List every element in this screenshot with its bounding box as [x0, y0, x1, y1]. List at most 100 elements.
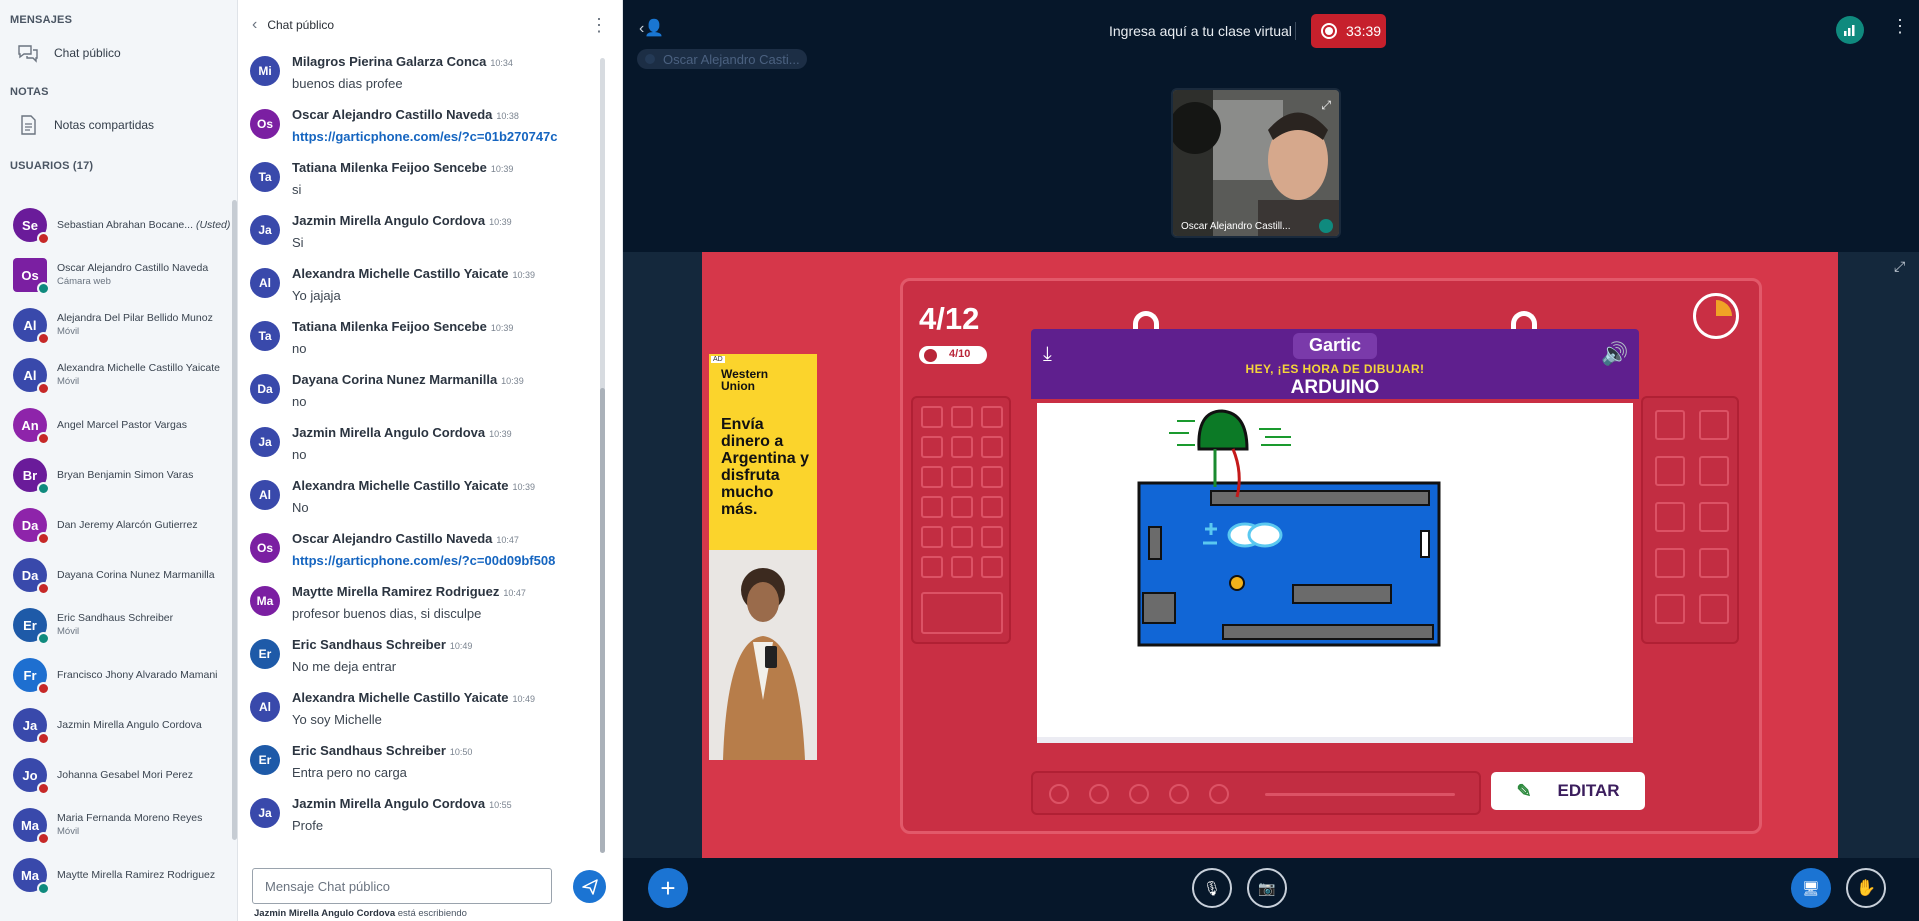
color-swatch[interactable] — [921, 526, 943, 548]
talking-user: Oscar Alejandro Casti... — [663, 52, 800, 67]
public-chat-link[interactable]: Chat público — [0, 32, 237, 74]
color-swatch[interactable] — [981, 406, 1003, 428]
color-swatch[interactable] — [981, 526, 1003, 548]
brush-size-option[interactable] — [1049, 784, 1069, 804]
chevron-left-icon[interactable]: ‹ — [252, 16, 257, 34]
drawing-canvas[interactable] — [1037, 403, 1633, 743]
line-tool[interactable] — [1655, 548, 1685, 578]
brush-size-option[interactable] — [1129, 784, 1149, 804]
color-swatch[interactable] — [951, 496, 973, 518]
user-list-item[interactable]: Jo Johanna Gesabel Mori Perez — [0, 750, 232, 800]
actions-button[interactable]: + — [648, 868, 688, 908]
public-chat-label: Chat público — [54, 46, 121, 60]
user-list-item[interactable]: Fr Francisco Jhony Alvarado Mamani — [0, 650, 232, 700]
user-list-scrollbar[interactable] — [232, 200, 237, 840]
audio-status-icon — [37, 582, 50, 595]
color-swatch[interactable] — [981, 496, 1003, 518]
pencil-tool[interactable] — [1655, 410, 1685, 440]
color-swatch[interactable] — [981, 436, 1003, 458]
user-list-item[interactable]: Br Bryan Benjamin Simon Varas — [0, 450, 232, 500]
color-swatch[interactable] — [951, 556, 973, 578]
audio-status-icon — [37, 632, 50, 645]
raise-hand-button[interactable]: ✋ — [1846, 868, 1886, 908]
avatar-initials: Er — [258, 647, 272, 661]
webcam-tile[interactable]: ⤢ Oscar Alejandro Castill... — [1171, 88, 1341, 238]
advertisement[interactable]: AD Western Union Envía dinero a Argentin… — [709, 354, 817, 760]
options-menu-icon[interactable]: ⋮ — [1891, 16, 1909, 37]
brush-size-option[interactable] — [1209, 784, 1229, 804]
eraser-tool[interactable] — [1699, 410, 1729, 440]
message-time: 10:47 — [503, 588, 526, 598]
user-list-item[interactable]: Er Eric Sandhaus Schreiber Móvil — [0, 600, 232, 650]
avatar: Da — [13, 558, 50, 595]
avatar: Os — [13, 258, 50, 295]
chat-message-input[interactable]: Mensaje Chat público — [252, 868, 552, 904]
user-list-item[interactable]: Da Dayana Corina Nunez Marmanilla — [0, 550, 232, 600]
avatar-initials: Mi — [258, 64, 272, 78]
color-swatch[interactable] — [951, 436, 973, 458]
camera-button[interactable]: 📷 — [1247, 868, 1287, 908]
fill-tool[interactable] — [1699, 548, 1729, 578]
user-list-item[interactable]: Al Alexandra Michelle Castillo Yaicate Mó… — [0, 350, 232, 400]
messages-heading: MENSAJES — [10, 14, 73, 26]
filled-ellipse-tool[interactable] — [1699, 502, 1729, 532]
user-list-toggle-icon[interactable]: ‹👤 — [639, 18, 664, 38]
message-text: No me deja entrar — [292, 659, 397, 674]
user-name: Alexandra Michelle Castillo Yaicate — [57, 362, 221, 374]
connection-status-icon[interactable] — [1836, 16, 1864, 44]
title-divider — [1295, 22, 1296, 40]
color-swatch[interactable] — [921, 496, 943, 518]
brush-size-option[interactable] — [1089, 784, 1109, 804]
slide: AD Western Union Envía dinero a Argentin… — [702, 252, 1838, 858]
avatar-initials: Ma — [256, 594, 274, 608]
user-list-item[interactable]: Ja Jazmin Mirella Angulo Cordova — [0, 700, 232, 750]
message-time: 10:39 — [512, 270, 536, 280]
user-list-item[interactable]: Se Sebastian Abrahan Bocane... (Usted) — [0, 200, 232, 250]
user-list-item[interactable]: Ma Maytte Mirella Ramirez Rodriguez — [0, 850, 232, 900]
message-link[interactable]: https://garticphone.com/es/?c=01b270747c — [292, 129, 558, 144]
color-swatch[interactable] — [981, 466, 1003, 488]
filled-rectangle-tool[interactable] — [1655, 502, 1685, 532]
audio-status-icon — [37, 782, 50, 795]
user-list-item[interactable]: Al Alejandra Del Pilar Bellido Munoz Móvi… — [0, 300, 232, 350]
user-list-item[interactable]: Os Oscar Alejandro Castillo Naveda Cámara… — [0, 250, 232, 300]
color-swatch[interactable] — [951, 526, 973, 548]
fullscreen-icon[interactable]: ⤢ — [1894, 258, 1905, 275]
chat-scroll-thumb[interactable] — [600, 388, 605, 853]
undo-tool[interactable] — [1655, 594, 1685, 624]
brush-size-option[interactable] — [1169, 784, 1189, 804]
author-name: Dayana Corina Nunez Marmanilla — [292, 372, 498, 387]
rectangle-tool[interactable] — [1655, 456, 1685, 486]
chat-scrollbar[interactable] — [600, 58, 605, 853]
user-list-item[interactable]: An Angel Marcel Pastor Vargas — [0, 400, 232, 450]
chat-message: Mi Milagros Pierina Galarza Conca 10:34 bue… — [238, 50, 608, 103]
redo-tool[interactable] — [1699, 594, 1729, 624]
avatar-initials: Ma — [20, 867, 40, 883]
send-button[interactable] — [573, 870, 606, 903]
color-swatch[interactable] — [981, 556, 1003, 578]
color-swatch[interactable] — [951, 406, 973, 428]
mute-button[interactable]: 🎙 — [1192, 868, 1232, 908]
color-swatch[interactable] — [921, 406, 943, 428]
ad-photo — [709, 550, 817, 760]
chat-message: Er Eric Sandhaus Schreiber 10:50 Entra pero… — [238, 739, 608, 792]
author-name: Eric Sandhaus Schreiber — [292, 743, 446, 758]
presentation-button[interactable]: 🖥 — [1791, 868, 1831, 908]
user-list-item[interactable]: Da Dan Jeremy Alarcón Gutierrez — [0, 500, 232, 550]
color-swatch[interactable] — [921, 556, 943, 578]
shared-notes-link[interactable]: Notas compartidas — [0, 104, 237, 146]
ellipse-tool[interactable] — [1699, 456, 1729, 486]
color-swatch[interactable] — [921, 466, 943, 488]
message-link[interactable]: https://garticphone.com/es/?c=00d09bf508 — [292, 553, 555, 568]
color-swatch[interactable] — [951, 466, 973, 488]
custom-color-swatch[interactable] — [921, 592, 1003, 634]
hand-icon: ✋ — [1856, 880, 1876, 897]
edit-button[interactable]: ✎ EDITAR — [1491, 772, 1645, 810]
recording-button[interactable]: 33:39 — [1311, 14, 1386, 48]
opacity-slider[interactable] — [1265, 793, 1455, 796]
expand-icon[interactable]: ⤢ — [1321, 98, 1331, 113]
more-vertical-icon[interactable]: ⋮ — [590, 15, 608, 36]
user-list-item[interactable]: Ma Maria Fernanda Moreno Reyes Móvil — [0, 800, 232, 850]
color-swatch[interactable] — [921, 436, 943, 458]
message-author: Alexandra Michelle Castillo Yaicate 10:49 — [292, 690, 535, 705]
